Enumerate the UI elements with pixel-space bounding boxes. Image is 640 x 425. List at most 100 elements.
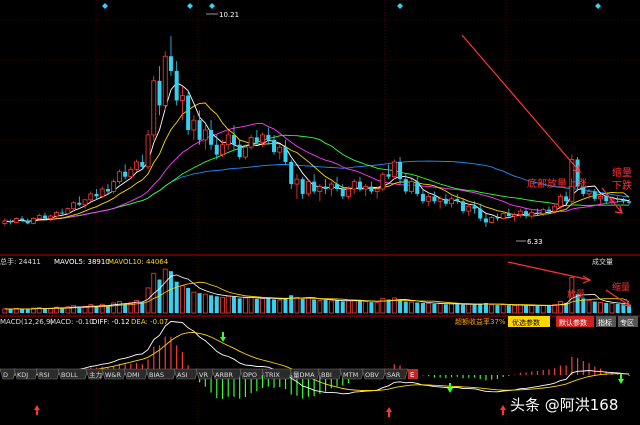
buy-arrow-icon <box>500 405 506 415</box>
indicator-tab-label: D <box>3 371 8 379</box>
indicator-tab[interactable]: 主力 <box>85 368 105 380</box>
mavol5-line <box>4 274 630 310</box>
candle-body <box>145 134 151 168</box>
candle-body <box>25 220 30 224</box>
candle <box>483 213 488 227</box>
candle-body <box>60 212 65 214</box>
volume-bar <box>609 303 615 314</box>
diff-line <box>4 320 630 395</box>
candle <box>351 179 357 194</box>
optimize-params-button[interactable]: 优选参数 <box>508 316 550 327</box>
indicator-tab[interactable]: W&R <box>101 368 127 380</box>
candle-body <box>604 196 609 202</box>
candle <box>398 157 403 185</box>
candle <box>294 174 300 199</box>
annotation-fall: 下跌 <box>612 179 632 192</box>
volume-bar <box>77 307 82 313</box>
candle <box>168 36 173 76</box>
candle <box>627 198 632 205</box>
indicator-tab[interactable]: SAR <box>383 368 409 380</box>
macd-lines <box>4 320 630 395</box>
candle <box>335 176 340 192</box>
indicator-tab[interactable]: RSI <box>35 368 61 380</box>
volume-bar <box>197 293 202 313</box>
candle-body <box>546 209 551 212</box>
volume-bar <box>500 304 506 314</box>
indicator-tab[interactable]: DPO <box>239 368 265 380</box>
candle-body <box>231 134 236 145</box>
indicator-tab-label: 主力 <box>89 370 102 379</box>
indicator-tab[interactable]: TRIX <box>261 368 293 380</box>
indicator-tab[interactable]: VR <box>195 368 215 380</box>
default-params-button[interactable]: 默认参数 <box>556 316 594 327</box>
candle <box>260 132 265 148</box>
volume-bar <box>283 298 288 313</box>
indicator-tab[interactable]: 量DMA <box>289 368 321 380</box>
watermark-text: 头条 @阿洪168 <box>510 396 618 414</box>
indicator-tab[interactable]: OBV <box>361 368 387 380</box>
indicator-tab[interactable]: DMI <box>123 368 149 380</box>
indicator-tab[interactable]: ARBR <box>211 368 243 380</box>
indicator-tab-label: MTM <box>343 371 358 379</box>
indicator-tab[interactable]: BIAS <box>145 368 177 380</box>
candle-body <box>272 139 277 153</box>
candle <box>202 125 208 150</box>
candle-body <box>621 199 626 202</box>
indicator-tab[interactable]: BOLL <box>57 368 89 380</box>
volume-bar <box>466 303 472 314</box>
sell-arrow-icon <box>220 332 226 342</box>
indicator-tab[interactable]: D <box>0 368 17 380</box>
indicator-tab[interactable]: KDJ <box>13 368 39 380</box>
candle <box>363 184 369 197</box>
expert-zone-button[interactable]: 专区 <box>618 316 638 327</box>
volume-bar <box>180 285 185 314</box>
volume-bar <box>243 297 248 314</box>
macd-dea: DEA: -0.07 <box>131 318 168 326</box>
volume-bar <box>2 308 8 314</box>
candle-body <box>88 193 94 201</box>
candle-body <box>426 195 432 202</box>
sell-arrow-icon <box>618 374 624 384</box>
indicator-button[interactable]: 指标 <box>596 316 616 327</box>
volume-bar <box>455 304 460 313</box>
mavol10-line <box>4 281 630 310</box>
volume-bar <box>328 300 334 314</box>
candle-body <box>94 193 99 197</box>
candle-body <box>540 209 546 214</box>
candle-body <box>13 218 19 223</box>
candle <box>289 159 294 189</box>
indicator-tab-label: BIAS <box>149 371 164 379</box>
candle-body <box>65 208 71 214</box>
indicator-tab-end[interactable]: E <box>408 369 418 379</box>
volume-bar <box>386 299 391 313</box>
volume-bar <box>478 303 483 313</box>
indicator-tab[interactable]: ASI <box>173 368 199 380</box>
candle <box>123 164 128 180</box>
candle-body <box>42 215 47 219</box>
candle-body <box>598 195 603 200</box>
candle-body <box>489 217 495 223</box>
candle-body <box>54 212 59 217</box>
candle <box>134 159 139 172</box>
volume-bar <box>512 305 517 314</box>
candle <box>186 90 191 135</box>
candle <box>2 218 8 226</box>
candle-body <box>180 95 185 101</box>
candle-body <box>592 191 597 199</box>
indicator-tab[interactable]: BBI <box>317 368 343 380</box>
macd-histogram <box>9 336 630 399</box>
indicator-tab[interactable]: MTM <box>339 368 365 380</box>
candle-body <box>374 188 380 192</box>
volume-bar <box>437 303 443 314</box>
candle <box>197 110 202 145</box>
optimize-params-label: 优选参数 <box>512 318 540 327</box>
candle <box>592 189 597 202</box>
candle <box>99 186 105 198</box>
volume-bar <box>214 296 219 313</box>
volume-bar <box>398 300 403 313</box>
candle-body <box>48 215 54 219</box>
candle-body <box>111 181 117 192</box>
volume-bar <box>374 302 380 314</box>
candle <box>478 203 483 221</box>
candle-body <box>369 186 374 192</box>
